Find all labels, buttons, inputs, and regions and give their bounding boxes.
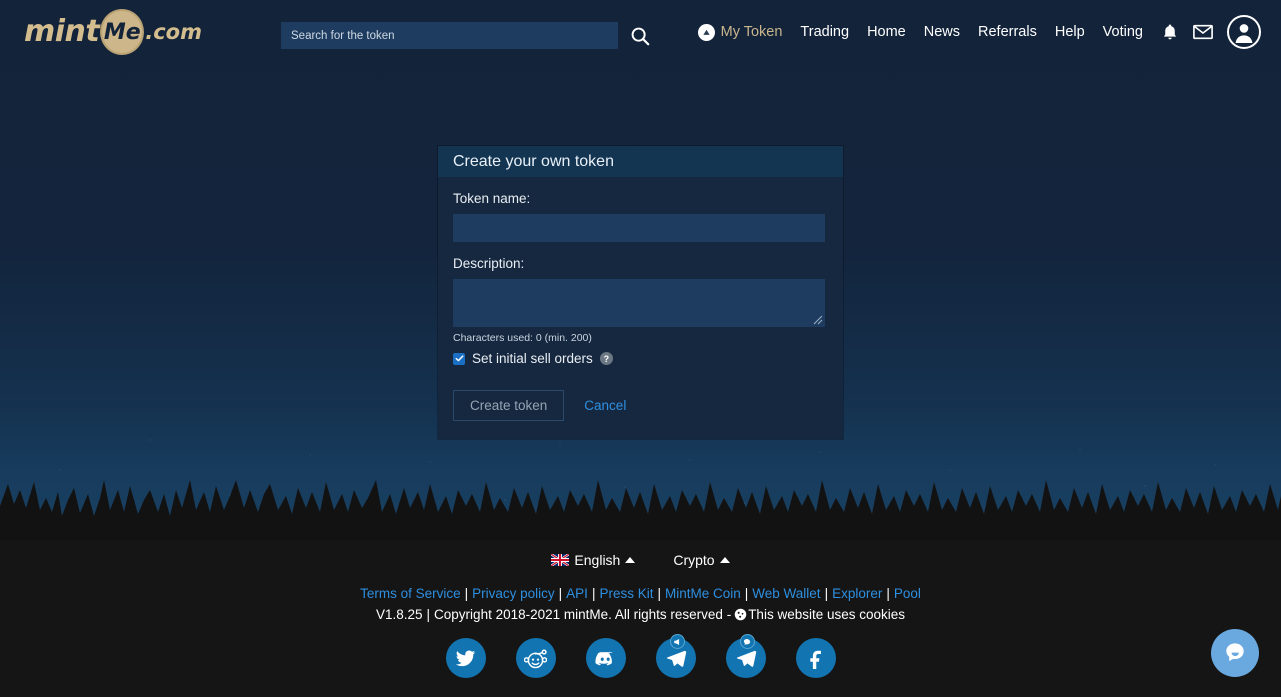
social-twitter[interactable]	[445, 638, 486, 678]
chevron-up-icon	[719, 557, 730, 563]
create-token-card: Create your own token Token name: Descri…	[438, 146, 843, 439]
logo-coin: Me	[100, 9, 145, 55]
chat-badge	[739, 634, 755, 649]
token-name-input[interactable]	[453, 214, 825, 242]
footer-link-mintme-coin[interactable]: MintMe Coin	[665, 586, 741, 601]
search-button[interactable]	[629, 25, 651, 47]
link-separator: |	[591, 586, 596, 601]
copyright-text: Copyright 2018-2021 mintMe. All rights r…	[434, 607, 732, 622]
search-icon	[631, 27, 650, 45]
chat-bubble-icon	[1226, 643, 1244, 662]
card-actions: Create token Cancel	[453, 390, 828, 421]
avatar-icon	[1235, 24, 1253, 43]
page-root: mint Me .com My Toke	[0, 0, 1281, 697]
telegram-icon	[666, 650, 686, 667]
chevron-up-icon	[625, 557, 636, 563]
site-footer: English Crypto Terms of Service | Privac…	[0, 540, 1281, 697]
cookie-notice-link[interactable]: This website uses cookies	[748, 607, 905, 622]
search-area	[281, 22, 651, 49]
user-avatar[interactable]	[1227, 15, 1261, 49]
social-discord[interactable]	[585, 638, 626, 678]
nav-link-trading[interactable]: Trading	[800, 24, 849, 40]
footer-link-terms-of-service[interactable]: Terms of Service	[360, 586, 461, 601]
cancel-link[interactable]: Cancel	[578, 394, 632, 417]
set-initial-sell-orders-checkbox[interactable]	[453, 352, 465, 365]
nav-link-home[interactable]: Home	[867, 24, 906, 40]
token-name-label: Token name:	[453, 191, 531, 206]
footer-social-links	[0, 634, 1281, 678]
cookie-icon	[734, 608, 747, 621]
footer-link-explorer[interactable]: Explorer	[832, 586, 882, 601]
nav-link-referrals[interactable]: Referrals	[978, 24, 1037, 40]
link-separator: |	[744, 586, 749, 601]
logo-coin-text: Me	[103, 19, 141, 45]
footer-link-api[interactable]: API	[566, 586, 588, 601]
footer-link-privacy-policy[interactable]: Privacy policy	[472, 586, 555, 601]
chat-icon	[743, 638, 751, 645]
nav-right-group: My Token Trading Home News Referrals Hel…	[697, 0, 1261, 64]
nav-link-help[interactable]: Help	[1055, 24, 1085, 40]
link-separator: |	[824, 586, 829, 601]
description-label: Description:	[453, 256, 525, 271]
copyright-separator: |	[426, 607, 431, 622]
discord-icon	[595, 651, 613, 665]
language-selector[interactable]: English	[551, 552, 636, 568]
telegram-icon	[736, 650, 756, 667]
social-reddit[interactable]	[515, 638, 556, 678]
top-navbar: mint Me .com My Toke	[0, 0, 1281, 64]
triangle-up-circle-icon	[697, 23, 715, 41]
site-logo[interactable]: mint Me .com	[24, 9, 202, 55]
currency-label: Crypto	[673, 552, 715, 568]
app-version: V1.8.25	[375, 607, 423, 622]
description-wrapper	[453, 279, 825, 327]
facebook-icon	[809, 650, 821, 669]
nav-link-news[interactable]: News	[924, 24, 960, 40]
nav-my-token[interactable]: My Token	[697, 23, 783, 41]
link-separator: |	[558, 586, 563, 601]
logo-text-mint: mint	[24, 14, 100, 49]
footer-link-pool[interactable]: Pool	[894, 586, 921, 601]
nav-link-voting[interactable]: Voting	[1103, 24, 1143, 40]
link-separator: |	[886, 586, 890, 601]
bell-icon	[1163, 23, 1177, 39]
search-input[interactable]	[281, 22, 618, 49]
messages-button[interactable]	[1193, 24, 1213, 40]
help-icon[interactable]: ?	[599, 352, 613, 365]
check-icon	[455, 355, 463, 362]
social-telegram-announcements[interactable]	[655, 634, 696, 678]
uk-flag-icon	[551, 554, 570, 566]
character-counter: Characters used: 0 (min. 200)	[453, 332, 592, 344]
social-facebook[interactable]	[795, 638, 836, 678]
footer-link-web-wallet[interactable]: Web Wallet	[752, 586, 820, 601]
link-separator: |	[464, 586, 469, 601]
link-separator: |	[657, 586, 661, 601]
create-token-card-body: Token name: Description: Characters used…	[438, 177, 843, 439]
create-token-button[interactable]: Create token	[453, 390, 565, 421]
logo-text-dotcom: .com	[145, 20, 202, 44]
card-title: Create your own token	[453, 152, 614, 170]
description-textarea[interactable]	[453, 279, 825, 327]
announcement-badge	[669, 634, 685, 649]
footer-selectors: English Crypto	[0, 552, 1281, 568]
nav-my-token-label: My Token	[720, 24, 783, 40]
megaphone-icon	[674, 638, 680, 645]
footer-link-press-kit[interactable]: Press Kit	[599, 586, 653, 601]
envelope-icon	[1193, 24, 1213, 40]
chat-widget-button[interactable]	[1211, 629, 1259, 677]
twitter-icon	[455, 650, 476, 666]
social-telegram-chat[interactable]	[725, 634, 766, 678]
currency-selector[interactable]: Crypto	[673, 552, 730, 568]
sell-orders-row: Set initial sell orders ?	[453, 351, 828, 366]
set-initial-sell-orders-label: Set initial sell orders	[472, 351, 593, 366]
footer-copyright: V1.8.25 | Copyright 2018-2021 mintMe. Al…	[0, 607, 1281, 622]
language-label: English	[574, 552, 621, 568]
notifications-button[interactable]	[1161, 23, 1179, 42]
footer-links: Terms of Service | Privacy policy | API …	[0, 586, 1281, 601]
reddit-icon	[524, 649, 547, 668]
create-token-card-header: Create your own token	[438, 146, 843, 177]
